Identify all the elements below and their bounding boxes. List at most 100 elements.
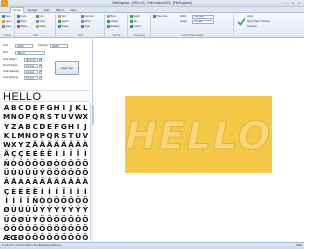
charmap-glyph[interactable]: Ä	[46, 140, 53, 149]
charmap-glyph[interactable]: Ë	[32, 187, 39, 196]
charmap-glyph[interactable]: Ý	[39, 168, 46, 177]
charmap-glyph[interactable]: Û	[24, 205, 31, 214]
charmap-glyph[interactable]: Í	[10, 196, 17, 205]
charmap-glyph[interactable]: Õ	[32, 159, 39, 168]
plate-height-field[interactable]: 75.0 mm	[192, 20, 214, 24]
charmap-glyph[interactable]: U	[60, 112, 67, 121]
plate-text-graphic[interactable]: HELLO	[125, 96, 272, 173]
charmap-glyph[interactable]: Ö	[67, 215, 74, 224]
charmap-glyph[interactable]: Ä	[82, 140, 89, 149]
charmap-glyph[interactable]: Ç	[17, 149, 24, 158]
charmap-glyph[interactable]: L	[82, 103, 89, 112]
charmap-glyph[interactable]: Ì	[75, 187, 82, 196]
charmap-glyph[interactable]: Ý	[60, 205, 67, 214]
charmap-glyph[interactable]: Ý	[32, 215, 39, 224]
charmap-glyph[interactable]: Ý	[75, 205, 82, 214]
save-button[interactable]: Save	[2, 25, 11, 29]
charmap-glyph[interactable]: Ä	[3, 177, 10, 186]
shape-button[interactable]: Shape	[58, 25, 69, 29]
charmap-glyph[interactable]: Î	[17, 196, 24, 205]
charmap-glyph[interactable]: Ù	[10, 168, 17, 177]
charmap-glyph[interactable]: È	[24, 149, 31, 158]
charmap-glyph[interactable]: Ä	[60, 140, 67, 149]
charmap-glyph[interactable]: Ê	[24, 187, 31, 196]
charmap-glyph[interactable]: G	[60, 122, 67, 131]
charmap-glyph[interactable]: Z	[10, 122, 17, 131]
charmap-glyph[interactable]: Ù	[10, 205, 17, 214]
charmap-glyph[interactable]: Ì	[67, 187, 74, 196]
font-set-button[interactable]: Font Set	[81, 15, 94, 19]
charmap-glyph[interactable]: Ô	[24, 159, 31, 168]
charmap-glyph[interactable]: F	[53, 122, 60, 131]
charmap-glyph[interactable]: H	[67, 122, 74, 131]
charmap-glyph[interactable]: X	[82, 112, 89, 121]
charmap-glyph[interactable]: Ï	[75, 149, 82, 158]
charmap-glyph[interactable]: Ü	[24, 215, 31, 224]
charmap-glyph[interactable]: Ö	[82, 159, 89, 168]
charmap-glyph[interactable]: Õ	[75, 159, 82, 168]
charmap-glyph[interactable]: Ý	[67, 205, 74, 214]
charmap-glyph[interactable]: V	[67, 112, 74, 121]
mirror-button[interactable]: Mirror	[81, 20, 91, 24]
charmap-glyph[interactable]: Ó	[46, 196, 53, 205]
zoom-level[interactable]: 100%	[296, 244, 302, 248]
charmap-glyph[interactable]: Ì	[39, 187, 46, 196]
charmap-glyph[interactable]: G	[46, 103, 53, 112]
charmap-glyph[interactable]: Ì	[53, 149, 60, 158]
charmap-glyph[interactable]: T	[53, 112, 60, 121]
charmap-glyph[interactable]: Ö	[60, 215, 67, 224]
charmap-glyph[interactable]: Ã	[32, 177, 39, 186]
charmap-glyph[interactable]: Ï	[24, 196, 31, 205]
charmap-glyph[interactable]: H	[53, 103, 60, 112]
char-spacing-field[interactable]: 0.0 mm	[24, 69, 38, 74]
charmap-glyph[interactable]: Ö	[67, 224, 74, 233]
charmap-glyph[interactable]: Ö	[53, 215, 60, 224]
charmap-glyph[interactable]: K	[3, 131, 10, 140]
charmap-glyph[interactable]: X	[10, 140, 17, 149]
charmap-glyph[interactable]: J	[67, 103, 74, 112]
charmap-glyph[interactable]: Ä	[82, 177, 89, 186]
charmap-glyph[interactable]: Ú	[17, 168, 24, 177]
charmap-glyph[interactable]: É	[17, 187, 24, 196]
charmap-glyph[interactable]: Ò	[39, 196, 46, 205]
charmap-glyph[interactable]: Ö	[39, 215, 46, 224]
charmap-glyph[interactable]: Í	[60, 149, 67, 158]
charmap-glyph[interactable]: O	[32, 131, 39, 140]
align-button[interactable]: Align	[81, 25, 90, 29]
charmap-glyph[interactable]: Ü	[32, 205, 39, 214]
engraving-plate[interactable]: HELLO	[125, 96, 272, 173]
charmap-glyph[interactable]: C	[32, 122, 39, 131]
charmap-glyph[interactable]: Ï	[60, 187, 67, 196]
charmap-glyph[interactable]: Ö	[75, 196, 82, 205]
outline-button[interactable]: Outline	[107, 20, 118, 24]
charmap-glyph[interactable]: Ç	[3, 187, 10, 196]
text-tool-button[interactable]: Text	[58, 15, 66, 19]
charmap-glyph[interactable]: Ä	[60, 177, 67, 186]
charmap-glyph[interactable]: B	[24, 122, 31, 131]
charmap-glyph[interactable]: M	[17, 131, 24, 140]
charmap-glyph[interactable]: P	[24, 112, 31, 121]
charmap-glyph[interactable]: S	[46, 112, 53, 121]
charmap-glyph[interactable]: Ö	[24, 224, 31, 233]
char-spacing-stepper[interactable]: ▲	[39, 69, 42, 74]
charmap-glyph[interactable]: É	[32, 149, 39, 158]
charmap-glyph[interactable]: Ò	[10, 159, 17, 168]
charmap-glyph[interactable]: Ú	[17, 205, 24, 214]
charmap-glyph[interactable]: Ø	[17, 215, 24, 224]
charmap-glyph[interactable]: Ö	[82, 168, 89, 177]
copy-button[interactable]: Copy	[36, 20, 45, 24]
charmap-glyph[interactable]: Ä	[3, 149, 10, 158]
open-button[interactable]: Open	[2, 20, 11, 24]
charmap-glyph[interactable]: F	[39, 103, 46, 112]
charmap-glyph[interactable]: Ö	[17, 224, 24, 233]
new-button[interactable]: New	[2, 15, 10, 19]
charmap-glyph[interactable]: E	[46, 122, 53, 131]
charmap-glyph[interactable]: Ô	[53, 196, 60, 205]
charmap-glyph[interactable]: Ö	[67, 196, 74, 205]
charmap-glyph[interactable]: I	[60, 103, 67, 112]
charmap-glyph[interactable]: C	[17, 103, 24, 112]
charmap-glyph[interactable]: Ö	[32, 224, 39, 233]
line-spacing-stepper[interactable]: ▲	[39, 75, 42, 80]
charmap-glyph[interactable]: W	[75, 112, 82, 121]
design-canvas[interactable]: HELLO	[94, 39, 304, 242]
